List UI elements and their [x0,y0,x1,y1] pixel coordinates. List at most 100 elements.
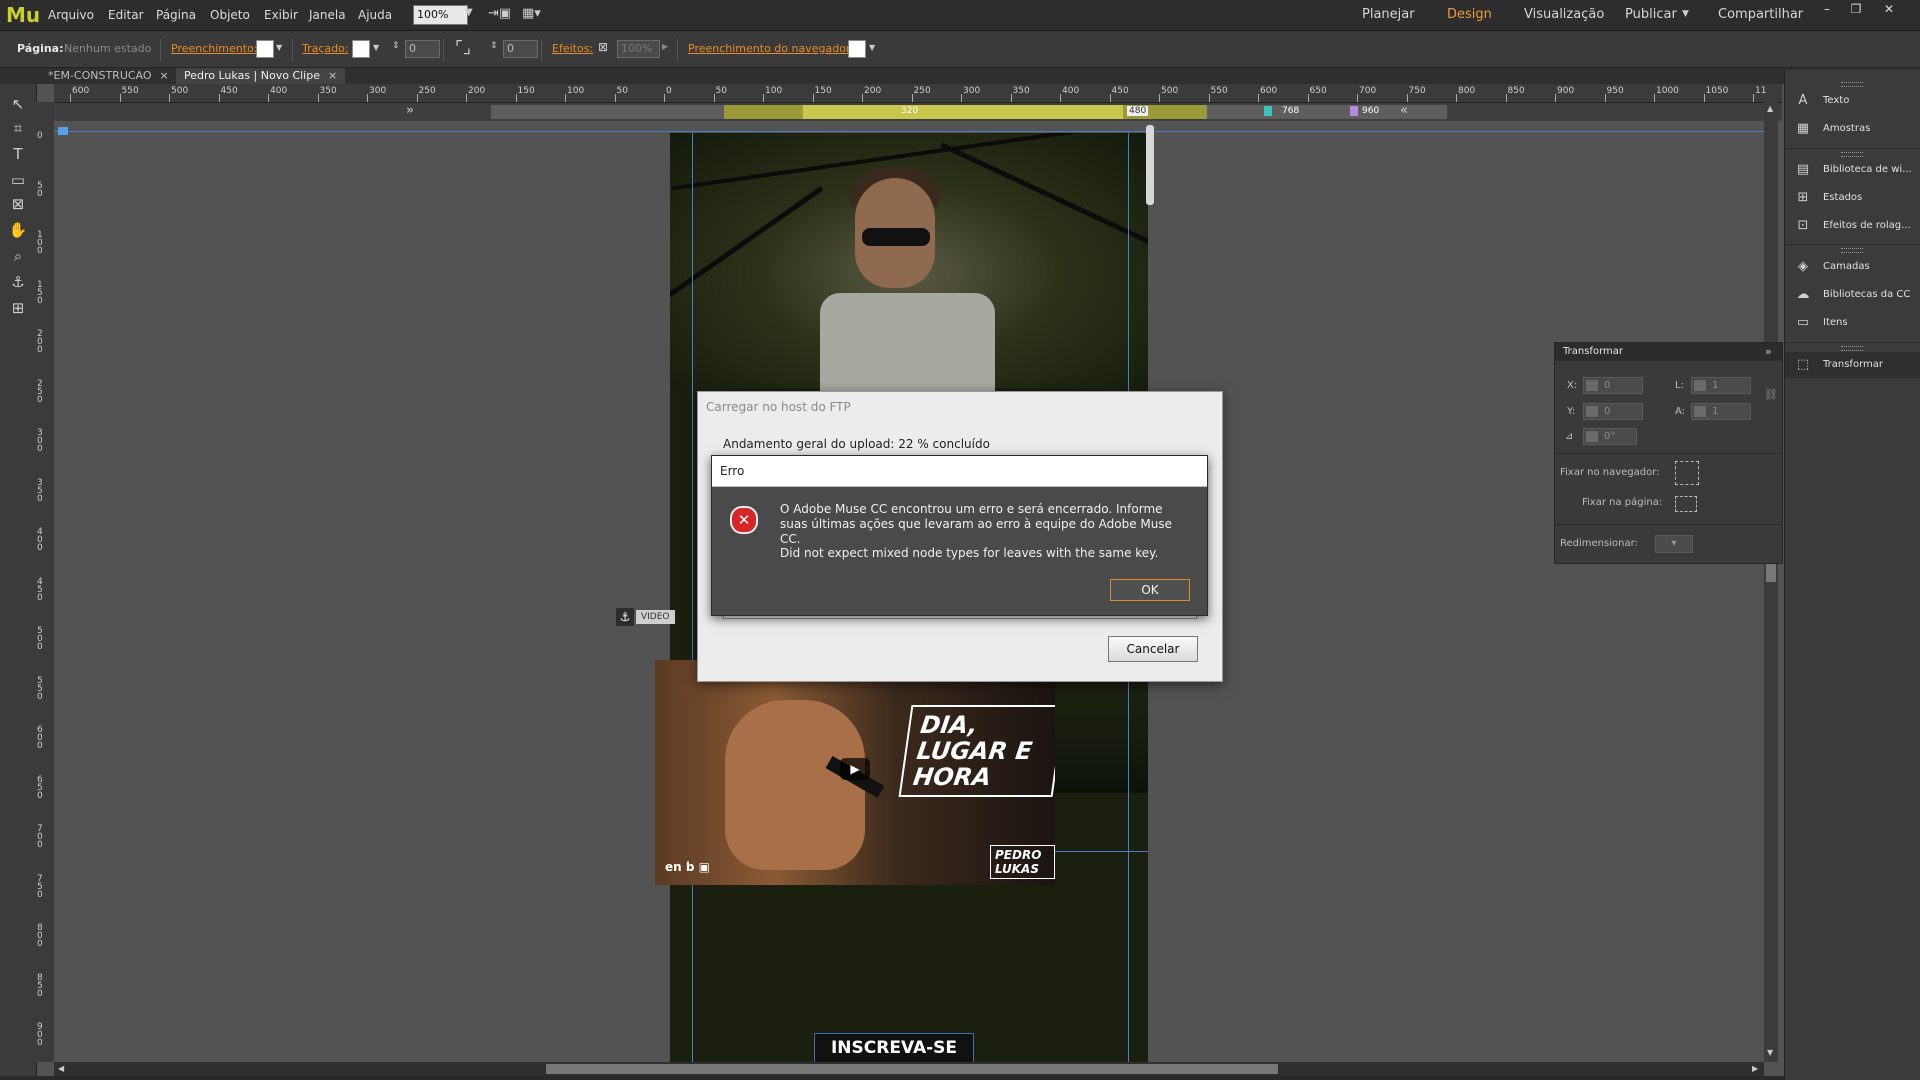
view-options-icon[interactable]: ▦▾ [522,6,541,21]
mode-design[interactable]: Design [1447,7,1492,22]
browser-fill-dropdown-icon[interactable]: ▼ [869,43,875,52]
video-thumbnail[interactable]: DIA, LUGAR E HORA ▶ en b ▣ PEDRO LUKAS [655,660,1055,885]
menu-objeto[interactable]: Objeto [210,8,250,22]
anchor-icon[interactable]: ⚓ [616,608,634,626]
panel-scroll-effects[interactable]: ⊡ Efeitos de rolag... [1785,213,1920,239]
breakpoint-label-768[interactable]: 768 [1264,106,1299,116]
panel-grip[interactable] [1841,82,1863,87]
breakpoint-label-960[interactable]: 960 [1350,106,1379,116]
breakpoint-range-current[interactable] [803,105,1123,119]
close-tab-icon[interactable]: × [328,69,337,82]
effects-toggle-icon[interactable]: ⊠ [598,40,608,54]
panel-assets[interactable]: ▭ Itens [1785,310,1920,336]
pin-page-grid-icon[interactable] [1675,496,1697,512]
fill-label[interactable]: Preenchimento: [171,42,258,55]
browser-fill-label[interactable]: Preenchimento do navegador: [688,42,854,55]
selection-tool-icon[interactable]: ↖ [8,94,28,114]
fill-dropdown-icon[interactable]: ▼ [276,43,282,52]
zoom-tool-icon[interactable]: ⌕ [8,246,28,266]
rectangle-tool-icon[interactable]: ▭ [8,170,28,190]
minimize-button[interactable]: – [1816,2,1838,18]
browser-fill-swatch[interactable] [848,40,866,58]
panel-transform[interactable]: ⬚ Transformar [1785,352,1920,378]
stepper-icon[interactable] [1586,406,1598,417]
stroke-width-field[interactable]: 0 [405,40,440,58]
corner-stepper-icon[interactable]: ⇕ [490,41,498,51]
scroll-left-icon[interactable]: ◀ [58,1064,64,1073]
expand-left-icon[interactable]: » [406,103,414,118]
zoom-select[interactable]: 100% [413,5,468,25]
link-proportions-icon[interactable]: ⛓ [1764,388,1778,401]
page-resize-handle[interactable] [1146,125,1154,205]
menu-exibir[interactable]: Exibir [264,8,298,22]
horizontal-ruler[interactable]: 600 550 500 450 400 350 300 250 200 150 100 50 0 50 10… [54,84,1782,103]
zoom-dropdown-icon[interactable]: ▼ [465,7,473,18]
effects-label[interactable]: Efeitos: [552,42,593,55]
mode-share[interactable]: Compartilhar [1718,7,1803,22]
anchor-label[interactable]: VIDEO [636,610,675,624]
corner-radius-field[interactable]: 0 [503,40,538,58]
tab-em-construcao[interactable]: *EM-CONSTRUCAO × [40,68,177,84]
rotation-field[interactable]: 0° [1583,428,1637,445]
vertical-scrollbar[interactable]: ▲ ▼ [1764,102,1778,1062]
stroke-label[interactable]: Traçado: [302,42,349,55]
panel-states[interactable]: ⊞ Estados [1785,185,1920,211]
stepper-icon[interactable] [1694,380,1706,391]
table-tool-icon[interactable]: ⊞ [8,298,28,318]
opacity-arrow-icon[interactable]: ▶ [662,42,668,51]
menu-ajuda[interactable]: Ajuda [358,8,392,22]
stepper-icon[interactable] [1694,406,1706,417]
text-tool-icon[interactable]: T [8,144,28,164]
stepper-icon[interactable] [1586,380,1598,391]
page-state-value[interactable]: Nenhum estado [64,42,151,55]
scroll-right-icon[interactable]: ▶ [1752,1064,1758,1073]
stepper-icon[interactable] [1586,431,1598,442]
height-field[interactable]: 1 [1691,403,1751,420]
scroll-thumb[interactable] [1766,562,1776,582]
panel-grip[interactable] [1841,346,1863,351]
panel-widgets-library[interactable]: ▤ Biblioteca de wi... [1785,157,1920,183]
ok-button[interactable]: OK [1110,579,1190,601]
x-field[interactable]: 0 [1583,377,1643,394]
mode-preview[interactable]: Visualização [1524,7,1604,22]
restore-button[interactable]: ❐ [1845,2,1867,18]
menu-editar[interactable]: Editar [108,8,144,22]
publish-dropdown-icon[interactable]: ▼ [1682,9,1689,19]
image-frame-tool-icon[interactable]: ⊠ [8,194,28,214]
width-field[interactable]: 1 [1691,377,1751,394]
preview-page-icon[interactable]: ⇥▣ [488,6,511,21]
close-window-button[interactable]: ✕ [1878,2,1900,18]
play-icon[interactable]: ▶ [840,758,870,780]
panel-swatches[interactable]: ▦ Amostras [1785,116,1920,142]
breakpoint-range[interactable] [491,105,724,119]
breakpoint-bar[interactable]: » 320 480 768 960 « [54,103,1782,121]
stroke-stepper-icon[interactable]: ⇕ [392,41,400,51]
breakpoint-label-480[interactable]: 480 [1127,106,1149,116]
cancel-button[interactable]: Cancelar [1108,636,1198,662]
scroll-up-icon[interactable]: ▲ [1767,104,1773,113]
vertical-ruler[interactable]: 0 50 100 150 200 250 300 350 400 450 500 550 600 650 7… [36,102,55,1062]
panel-header[interactable]: Transformar » [1555,343,1782,361]
stroke-dropdown-icon[interactable]: ▼ [373,43,379,52]
fill-swatch[interactable] [256,40,274,58]
panel-grip[interactable] [1841,248,1863,253]
collapse-panel-icon[interactable]: » [1765,345,1772,358]
panel-cc-libraries[interactable]: ☁ Bibliotecas da CC [1785,282,1920,308]
mode-publish[interactable]: Publicar [1625,7,1677,22]
panel-text[interactable]: A Texto [1785,88,1920,114]
panel-layers[interactable]: ◈ Camadas [1785,254,1920,280]
menu-arquivo[interactable]: Arquivo [48,8,94,22]
horizontal-scrollbar[interactable]: ◀ ▶ [54,1062,1764,1076]
pin-browser-grid-icon[interactable] [1675,461,1699,485]
close-tab-icon[interactable]: × [160,69,169,82]
scroll-thumb[interactable] [546,1064,1278,1074]
hand-tool-icon[interactable]: ✋ [8,220,28,240]
expand-right-icon[interactable]: « [1400,103,1408,118]
stroke-swatch[interactable] [352,40,370,58]
tab-pedro-lukas[interactable]: Pedro Lukas | Novo Clipe × [176,68,346,84]
scroll-down-icon[interactable]: ▼ [1767,1048,1773,1057]
crop-tool-icon[interactable]: ⌗ [8,118,28,138]
y-field[interactable]: 0 [1583,403,1643,420]
anchor-tool-icon[interactable]: ⚓ [8,272,28,292]
menu-pagina[interactable]: Página [156,8,196,22]
